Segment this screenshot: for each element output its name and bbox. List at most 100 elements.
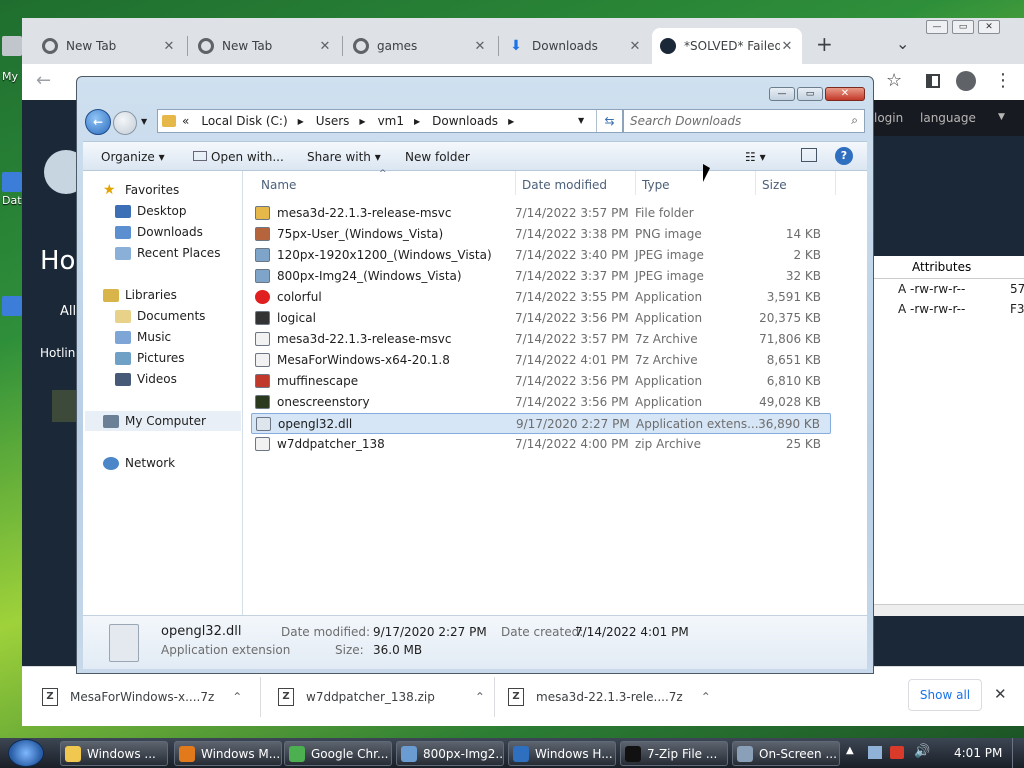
tab-downloads[interactable]: ⬇ Downloads ✕ [500,28,650,64]
close-button[interactable]: ✕ [825,87,865,101]
nav-documents[interactable]: Documents [115,307,205,325]
file-row[interactable]: onescreenstory 7/14/2022 3:56 PM Applicati… [251,392,831,413]
organize-button[interactable]: Organize ▾ [101,150,165,164]
show-hidden-icons-icon[interactable]: ▲ [846,745,854,756]
breadcrumb-downloads[interactable]: Downloads [432,114,498,128]
show-desktop-button[interactable] [1012,738,1024,768]
recent-pages-chevron-icon[interactable]: ▼ [141,117,147,126]
preview-pane-icon[interactable] [801,148,817,162]
tab-new-tab-2[interactable]: New Tab ✕ [190,28,340,64]
start-button[interactable] [8,739,44,767]
close-download-shelf-button[interactable]: ✕ [994,685,1007,703]
chevron-up-icon[interactable]: ⌃ [475,690,485,704]
nav-music[interactable]: Music [115,328,171,346]
taskbar-button[interactable]: 7-Zip File ... [620,741,728,766]
file-row[interactable]: MesaForWindows-x64-20.1.8 7/14/2022 4:01 … [251,350,831,371]
download-item-mesa3d[interactable]: Z mesa3d-22.1.3-rele....7z ⌃ [508,679,711,715]
profile-avatar[interactable] [956,71,976,91]
taskbar-button[interactable]: 800px-Img2... [396,741,504,766]
desktop-icon[interactable] [2,296,22,316]
maximize-button[interactable]: ▭ [952,20,974,34]
chevron-up-icon[interactable]: ⌃ [232,690,242,704]
clock[interactable]: 4:01 PM [954,746,1002,760]
download-item-w7ddpatcher[interactable]: Z w7ddpatcher_138.zip ⌃ [278,679,485,715]
tab-games[interactable]: games ✕ [345,28,495,64]
chevron-up-icon[interactable]: ⌃ [701,690,711,704]
language-link[interactable]: language [920,111,976,125]
file-row[interactable]: mesa3d-22.1.3-release-msvc 7/14/2022 3:57… [251,329,831,350]
volume-icon[interactable]: 🔊 [914,744,930,759]
forward-button[interactable] [113,111,137,135]
nav-network[interactable]: Network [103,454,175,472]
horizontal-scrollbar[interactable] [874,604,1024,616]
file-row[interactable]: muffinescape 7/14/2022 3:56 PM Application… [251,371,831,392]
nav-downloads[interactable]: Downloads [115,223,203,241]
hotline-link[interactable]: Hotlin [40,346,75,360]
login-link[interactable]: login [874,111,903,125]
nav-desktop[interactable]: Desktop [115,202,187,220]
file-row[interactable]: mesa3d-22.1.3-release-msvc 7/14/2022 3:57… [251,203,831,224]
desktop-icon[interactable] [2,172,22,192]
file-row[interactable]: logical 7/14/2022 3:56 PM Application 20,37… [251,308,831,329]
column-header-size[interactable]: Size [762,178,787,192]
bookmark-star-icon[interactable]: ☆ [886,70,902,91]
tab-solved-failed[interactable]: *SOLVED* Failed ✕ [652,28,802,64]
nav-favorites[interactable]: ★ Favorites [103,181,179,199]
search-input[interactable]: Search Downloads ⌕ [623,109,865,133]
close-icon[interactable]: ✕ [473,39,487,54]
tab-new-tab-1[interactable]: New Tab ✕ [34,28,184,64]
show-all-button[interactable]: Show all [908,679,982,711]
view-options-icon[interactable]: ☷ ▾ [745,150,766,164]
nav-recent-places[interactable]: Recent Places [115,244,220,262]
nav-libraries[interactable]: Libraries [103,286,177,304]
column-header-type[interactable]: Type [642,178,670,192]
breadcrumb-vm1[interactable]: vm1 [378,114,404,128]
file-row[interactable]: w7ddpatcher_138 7/14/2022 4:00 PM zip Arch… [251,434,831,455]
open-with-button[interactable]: Open with... [193,150,284,164]
file-row[interactable]: opengl32.dll 9/17/2020 2:27 PM Application… [251,413,831,434]
breadcrumb-separator-icon[interactable]: ▶ [508,117,514,126]
nav-pictures[interactable]: Pictures [115,349,185,367]
taskbar-button[interactable]: Windows ... [60,741,168,766]
side-panel-icon[interactable] [926,74,940,88]
column-header-date[interactable]: Date modified [522,178,607,192]
share-with-button[interactable]: Share with ▾ [307,150,381,164]
network-tray-icon[interactable] [868,746,882,759]
maximize-button[interactable]: ▭ [797,87,823,101]
back-button[interactable]: ← [36,70,51,91]
nav-videos[interactable]: Videos [115,370,177,388]
address-prefix[interactable]: « [182,114,189,128]
close-icon[interactable]: ✕ [628,39,642,54]
game-thumbnail[interactable] [52,390,76,422]
close-icon[interactable]: ✕ [318,39,332,54]
taskbar-button[interactable]: On-Screen ... [732,741,840,766]
breadcrumb-separator-icon[interactable]: ▶ [359,117,365,126]
close-icon[interactable]: ✕ [162,39,176,54]
address-dropdown-icon[interactable]: ▼ [578,116,584,125]
back-button[interactable]: ← [85,109,111,135]
nav-link-all[interactable]: All [60,304,76,319]
breadcrumb-separator-icon[interactable]: ▶ [414,117,420,126]
file-row[interactable]: 120px-1920x1200_(Windows_Vista) 7/14/2022… [251,245,831,266]
breadcrumb-users[interactable]: Users [316,114,350,128]
menu-icon[interactable]: ⋮ [994,70,1012,91]
search-icon[interactable]: ⌕ [851,113,858,128]
taskbar-button[interactable]: Windows M... [174,741,282,766]
close-button[interactable]: ✕ [978,20,1000,34]
tab-search-button[interactable]: ⌄ [896,34,909,53]
breadcrumb-separator-icon[interactable]: ▶ [298,117,304,126]
new-folder-button[interactable]: New folder [405,150,470,164]
file-row[interactable]: 75px-User_(Windows_Vista) 7/14/2022 3:38 … [251,224,831,245]
close-icon[interactable]: ✕ [780,39,794,54]
taskbar-button[interactable]: Google Chr... [284,741,392,766]
new-tab-button[interactable]: + [816,32,833,56]
minimize-button[interactable]: — [926,20,948,34]
security-alert-icon[interactable] [890,746,904,759]
download-item-mesaforwindows[interactable]: Z MesaForWindows-x....7z ⌃ [42,679,242,715]
help-icon[interactable]: ? [835,147,853,165]
refresh-icon[interactable]: ⇆ [596,110,622,132]
address-bar[interactable]: « Local Disk (C:) ▶ Users ▶ vm1 ▶ Downlo… [157,109,623,133]
file-row[interactable]: 800px-Img24_(Windows_Vista) 7/14/2022 3:3… [251,266,831,287]
minimize-button[interactable]: — [769,87,795,101]
breadcrumb-local-disk[interactable]: Local Disk (C:) [201,114,287,128]
